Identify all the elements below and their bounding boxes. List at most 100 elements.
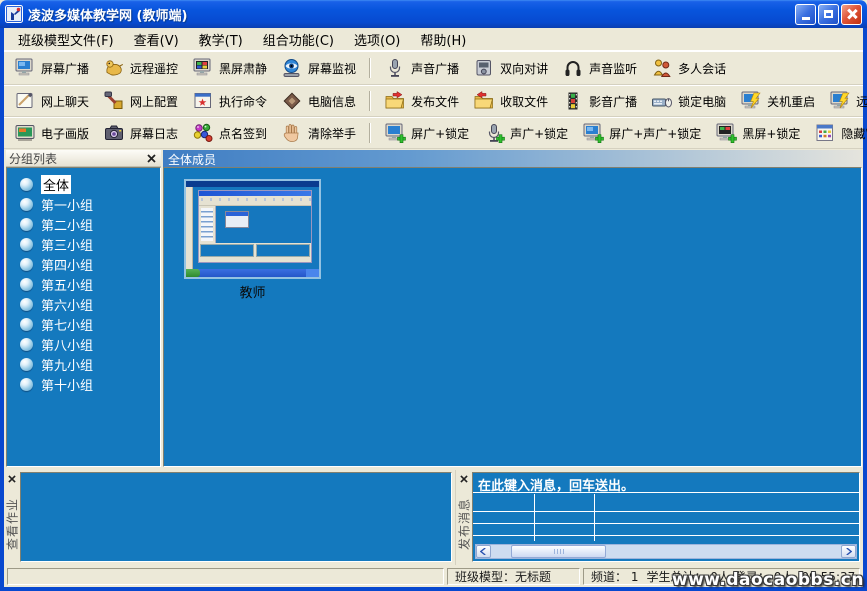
toolbar-button-label: 电脑信息 bbox=[308, 93, 356, 110]
group-item-7[interactable]: 第七小组 bbox=[7, 314, 160, 334]
toolbar-button-label: 点名签到 bbox=[219, 125, 267, 142]
menu-item-1[interactable]: 查看(V) bbox=[124, 27, 189, 52]
group-item-1[interactable]: 第一小组 bbox=[7, 194, 160, 214]
voice-lock-icon bbox=[483, 122, 505, 144]
group-list-panel: 分组列表 全体第一小组第二小组第三小组第四小组第五小组第六小组第七小组第八小组第… bbox=[6, 150, 161, 467]
member-screen-thumbnail[interactable] bbox=[184, 179, 321, 279]
clear-hand-icon bbox=[281, 122, 303, 144]
minimize-button[interactable] bbox=[795, 4, 816, 25]
toolbar-button-label: 双向对讲 bbox=[500, 60, 548, 77]
toolbar-button-roll-call[interactable]: 点名签到 bbox=[185, 121, 274, 145]
message-horizontal-scrollbar[interactable] bbox=[475, 544, 857, 559]
group-item-4[interactable]: 第四小组 bbox=[7, 254, 160, 274]
toolbar-button-screen-log[interactable]: 屏幕日志 bbox=[96, 121, 185, 145]
scroll-right-button[interactable] bbox=[841, 545, 856, 558]
group-item-8[interactable]: 第八小组 bbox=[7, 334, 160, 354]
toolbar-button-screen-voice-lock[interactable]: 屏广+声广+锁定 bbox=[575, 121, 708, 145]
toolbar-button-hide-window[interactable]: 隐藏窗口 bbox=[807, 121, 867, 145]
message-panel-close-button[interactable] bbox=[457, 472, 470, 485]
toolbar-button-exec-command[interactable]: 执行命令 bbox=[185, 89, 274, 113]
scroll-left-button[interactable] bbox=[476, 545, 491, 558]
toolbar-button-black-screen[interactable]: 黑屏肃静 bbox=[185, 56, 274, 80]
scrollbar-thumb[interactable] bbox=[511, 545, 606, 558]
send-file-icon bbox=[384, 90, 406, 112]
toolbar-button-av-broadcast[interactable]: 影音广播 bbox=[555, 89, 644, 113]
screen-broadcast-icon bbox=[14, 57, 36, 79]
minimize-icon bbox=[802, 17, 810, 20]
group-item-3[interactable]: 第三小组 bbox=[7, 234, 160, 254]
close-icon bbox=[847, 9, 857, 19]
homework-panel-close-button[interactable] bbox=[5, 472, 18, 485]
toolbar-button-label: 声音监听 bbox=[589, 60, 637, 77]
toolbar-button-clear-hand[interactable]: 清除举手 bbox=[274, 121, 363, 145]
menu-item-3[interactable]: 组合功能(C) bbox=[253, 27, 344, 52]
toolbar-button-pc-info[interactable]: 电脑信息 bbox=[274, 89, 363, 113]
screen-log-icon bbox=[103, 122, 125, 144]
menu-item-5[interactable]: 帮助(H) bbox=[410, 27, 476, 52]
homework-view-area[interactable] bbox=[20, 472, 452, 562]
toolbar-button-screen-broadcast[interactable]: 屏幕广播 bbox=[7, 56, 96, 80]
toolbar-button-voice-lock[interactable]: 声广+锁定 bbox=[476, 121, 575, 145]
toolbar-button-screen-watch[interactable]: 屏幕监视 bbox=[274, 56, 363, 80]
group-item-6[interactable]: 第六小组 bbox=[7, 294, 160, 314]
group-item-0[interactable]: 全体 bbox=[7, 174, 160, 194]
group-item-label: 第三小组 bbox=[41, 235, 93, 254]
toolbar-button-remote-control[interactable]: 远程遥控 bbox=[96, 56, 185, 80]
group-list-title: 分组列表 bbox=[9, 150, 57, 167]
toolbar-button-net-config[interactable]: 网上配置 bbox=[96, 89, 185, 113]
toolbar-separator bbox=[369, 123, 371, 143]
group-item-2[interactable]: 第二小组 bbox=[7, 214, 160, 234]
toolbar-button-label: 执行命令 bbox=[219, 93, 267, 110]
multi-user-talk-icon bbox=[651, 57, 673, 79]
toolbar-button-label: 关机重启 bbox=[767, 93, 815, 110]
members-header: 全体成员 bbox=[163, 150, 862, 167]
toolbar-button-shutdown-restart[interactable]: 关机重启 bbox=[733, 89, 822, 113]
message-panel: 发布消息 在此键入消息，回车送出。 bbox=[456, 470, 863, 565]
toolbar-button-collect-file[interactable]: 收取文件 bbox=[466, 89, 555, 113]
toolbar-button-remote-poweron[interactable]: 远程开机 bbox=[822, 89, 867, 113]
group-item-9[interactable]: 第九小组 bbox=[7, 354, 160, 374]
group-item-label: 第九小组 bbox=[41, 355, 93, 374]
collect-file-icon bbox=[473, 90, 495, 112]
toolbar-button-whiteboard[interactable]: 电子画版 bbox=[7, 121, 96, 145]
app-logo-icon bbox=[5, 5, 23, 23]
window-title: 凌波多媒体教学网 (教师端) bbox=[28, 5, 790, 24]
toolbar-button-multi-user-talk[interactable]: 多人会话 bbox=[644, 56, 733, 80]
maximize-button[interactable] bbox=[818, 4, 839, 25]
homework-panel: 查看作业 bbox=[4, 470, 456, 565]
message-input-hint[interactable]: 在此键入消息，回车送出。 bbox=[473, 473, 859, 493]
menu-item-4[interactable]: 选项(O) bbox=[344, 27, 410, 52]
group-item-5[interactable]: 第五小组 bbox=[7, 274, 160, 294]
toolbar-row-2: 网上聊天网上配置执行命令电脑信息发布文件收取文件影音广播锁定电脑关机重启远程开机 bbox=[4, 85, 863, 117]
group-item-label: 第八小组 bbox=[41, 335, 93, 354]
toolbar-button-label: 黑屏肃静 bbox=[219, 60, 267, 77]
group-item-10[interactable]: 第十小组 bbox=[7, 374, 160, 394]
toolbar-row-1: 屏幕广播 远程遥控 黑屏肃静屏幕监视声音广播 双向对讲 声音监听多人会话 bbox=[4, 51, 863, 85]
toolbar-button-label: 影音广播 bbox=[589, 93, 637, 110]
group-item-label: 第七小组 bbox=[41, 315, 93, 334]
group-item-label: 第一小组 bbox=[41, 195, 93, 214]
close-button[interactable] bbox=[841, 4, 862, 25]
toolbar-button-label: 远程遥控 bbox=[130, 60, 178, 77]
toolbar-button-net-chat[interactable]: 网上聊天 bbox=[7, 89, 96, 113]
toolbar-button-label: 黑屏+锁定 bbox=[742, 125, 800, 142]
menu-item-0[interactable]: 班级模型文件(F) bbox=[8, 27, 124, 52]
toolbar-button-screen-lock[interactable]: 屏广+锁定 bbox=[377, 121, 476, 145]
remote-poweron-icon bbox=[829, 90, 851, 112]
group-list-close-button[interactable] bbox=[145, 152, 158, 165]
toolbar-button-voice-monitor[interactable]: 声音监听 bbox=[555, 56, 644, 80]
toolbar-button-two-way-talk[interactable]: 双向对讲 bbox=[466, 56, 555, 80]
toolbar-button-label: 远程开机 bbox=[856, 93, 867, 110]
toolbar-button-label: 网上聊天 bbox=[41, 93, 89, 110]
toolbar-button-lock-pc[interactable]: 锁定电脑 bbox=[644, 89, 733, 113]
toolbar-button-send-file[interactable]: 发布文件 bbox=[377, 89, 466, 113]
toolbar-row-3: 电子画版屏幕日志点名签到清除举手屏广+锁定声广+锁定屏广+声广+锁定黑屏+锁定隐… bbox=[4, 117, 863, 149]
toolbar-button-label: 屏广+锁定 bbox=[411, 125, 469, 142]
menu-item-2[interactable]: 教学(T) bbox=[189, 27, 253, 52]
toolbar-separator bbox=[369, 58, 371, 78]
toolbar-button-voice-broadcast[interactable]: 声音广播 bbox=[377, 56, 466, 80]
toolbar-button-label: 屏幕广播 bbox=[41, 60, 89, 77]
toolbar-button-black-lock[interactable]: 黑屏+锁定 bbox=[708, 121, 807, 145]
member-item-teacher[interactable]: 教师 bbox=[184, 179, 321, 301]
group-sphere-icon bbox=[20, 378, 33, 391]
